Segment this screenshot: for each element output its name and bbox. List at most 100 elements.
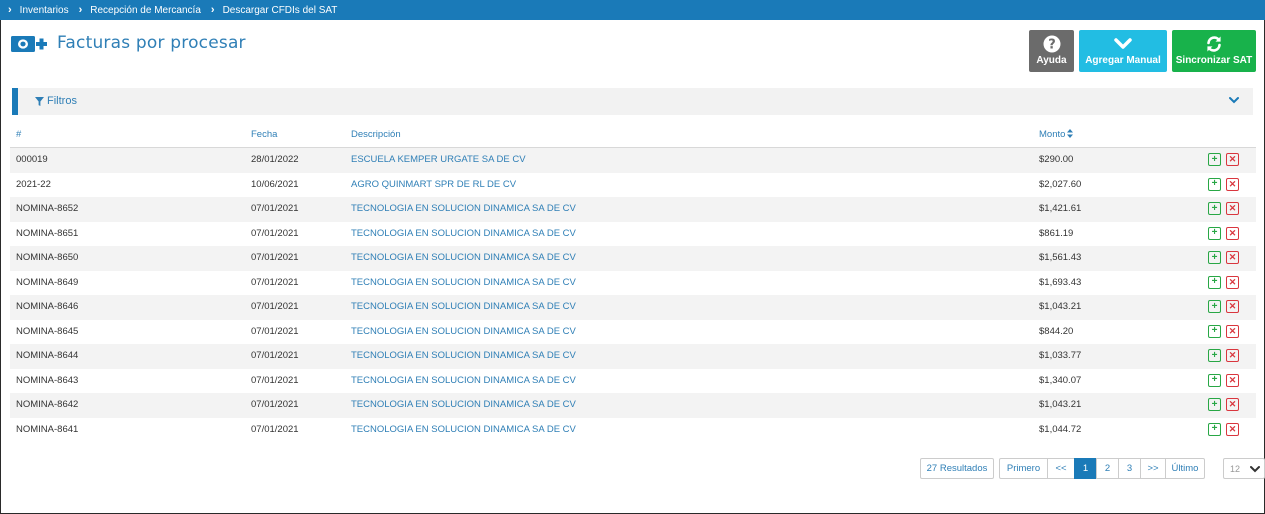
breadcrumb-item-descargar[interactable]: › Descargar CFDIs del SAT (211, 4, 338, 16)
cell-description[interactable]: TECNOLOGIA EN SOLUCION DINAMICA SA DE CV (351, 252, 576, 263)
filter-icon (35, 96, 44, 106)
remove-row-button[interactable]: ✕ (1226, 373, 1239, 387)
plus-icon: + (1211, 153, 1218, 165)
add-row-button[interactable]: + (1208, 226, 1221, 240)
cell-date: 07/01/2021 (251, 203, 299, 214)
page-last-button[interactable]: Último (1165, 458, 1205, 479)
add-row-button[interactable]: + (1208, 324, 1221, 338)
add-row-button[interactable]: + (1208, 251, 1221, 264)
remove-row-button[interactable]: ✕ (1226, 226, 1239, 240)
cell-amount: $1,421.61 (1039, 203, 1082, 214)
breadcrumb-label: Inventarios (19, 4, 69, 16)
cell-amount: $1,044.72 (1039, 423, 1082, 435)
add-row-button[interactable]: + (1208, 300, 1221, 313)
filters-panel[interactable]: Filtros (12, 88, 1253, 115)
filters-toggle[interactable]: Filtros (35, 95, 77, 107)
cell-description[interactable]: TECNOLOGIA EN SOLUCION DINAMICA SA DE CV (351, 228, 576, 239)
add-row-button[interactable]: + (1208, 275, 1221, 289)
remove-row-button[interactable]: ✕ (1226, 153, 1239, 166)
table-row: 2021-22 10/06/2021 AGRO QUINMART SPR DE RL… (10, 173, 1256, 198)
page-size-select[interactable]: 12 (1223, 458, 1265, 479)
cell-amount: $290.00 (1039, 154, 1074, 165)
cell-description[interactable]: AGRO QUINMART SPR DE RL DE CV (351, 179, 516, 190)
add-row-button[interactable]: + (1208, 398, 1221, 411)
remove-row-button[interactable]: ✕ (1226, 275, 1239, 289)
chevron-down-icon (1250, 466, 1260, 473)
question-icon: ? (1043, 35, 1060, 53)
table-row: NOMINA-8644 07/01/2021 TECNOLOGIA EN SOLUC… (10, 344, 1256, 369)
cell-date: 07/01/2021 (251, 399, 299, 410)
cell-amount: $844.20 (1039, 325, 1074, 337)
cell-date: 07/01/2021 (251, 276, 299, 288)
column-header-amount[interactable]: Monto (1039, 129, 1074, 140)
close-icon: ✕ (1228, 374, 1237, 385)
close-icon: ✕ (1228, 325, 1237, 336)
page-first-button[interactable]: Primero (999, 458, 1048, 479)
cell-description[interactable]: TECNOLOGIA EN SOLUCION DINAMICA SA DE CV (351, 203, 576, 214)
add-row-button[interactable]: + (1208, 153, 1221, 166)
page-button-3[interactable]: 3 (1118, 458, 1141, 479)
cell-description[interactable]: TECNOLOGIA EN SOLUCION DINAMICA SA DE CV (351, 375, 576, 386)
sync-sat-button-label: Sincronizar SAT (1175, 55, 1253, 66)
cell-amount: $861.19 (1039, 227, 1074, 239)
page-button-2[interactable]: 2 (1096, 458, 1119, 479)
cell-description[interactable]: TECNOLOGIA EN SOLUCION DINAMICA SA DE CV (351, 399, 576, 410)
results-count: 27 Resultados (920, 458, 994, 479)
add-row-button[interactable]: + (1208, 202, 1221, 215)
remove-row-button[interactable]: ✕ (1226, 398, 1239, 411)
cell-amount: $2,027.60 (1039, 178, 1082, 190)
remove-row-button[interactable]: ✕ (1226, 177, 1239, 191)
breadcrumb-item-inventarios[interactable]: › Inventarios (8, 4, 69, 16)
svg-text:?: ? (1048, 38, 1056, 53)
cell-number: NOMINA-8643 (16, 374, 79, 386)
cell-description[interactable]: TECNOLOGIA EN SOLUCION DINAMICA SA DE CV (351, 326, 576, 337)
breadcrumb: › Inventarios › Recepción de Mercancía ›… (0, 0, 1265, 20)
page-prev-button[interactable]: << (1047, 458, 1075, 479)
cell-number: NOMINA-8644 (16, 350, 79, 361)
chevron-down-icon[interactable] (1229, 96, 1239, 104)
cell-number: NOMINA-8641 (16, 423, 79, 435)
sync-sat-button[interactable]: Sincronizar SAT (1172, 30, 1256, 72)
breadcrumb-item-recepcion[interactable]: › Recepción de Mercancía (79, 4, 201, 16)
cell-number: NOMINA-8650 (16, 252, 79, 263)
remove-row-button[interactable]: ✕ (1226, 251, 1239, 264)
close-icon: ✕ (1228, 399, 1237, 409)
cell-amount: $1,340.07 (1039, 374, 1082, 386)
cell-description[interactable]: TECNOLOGIA EN SOLUCION DINAMICA SA DE CV (351, 301, 576, 312)
sort-icon (1067, 129, 1074, 138)
add-row-button[interactable]: + (1208, 373, 1221, 387)
pagination: Primero << 1 2 3 >> Último (999, 458, 1205, 479)
cell-number: 000019 (16, 154, 48, 165)
plus-icon: + (1211, 325, 1218, 336)
cell-description[interactable]: TECNOLOGIA EN SOLUCION DINAMICA SA DE CV (351, 277, 576, 288)
table-row: NOMINA-8645 07/01/2021 TECNOLOGIA EN SOLUC… (10, 320, 1256, 345)
add-row-button[interactable]: + (1208, 177, 1221, 191)
add-manual-button-label: Agregar Manual (1085, 55, 1161, 66)
chevron-down-icon (1114, 38, 1132, 49)
cell-description[interactable]: ESCUELA KEMPER URGATE SA DE CV (351, 154, 526, 165)
cell-description[interactable]: TECNOLOGIA EN SOLUCION DINAMICA SA DE CV (351, 350, 576, 361)
table-header: # Fecha Descripción Monto (10, 124, 1256, 148)
invoices-table: # Fecha Descripción Monto 000019 28/01/20… (10, 124, 1256, 442)
plus-icon: + (1211, 349, 1218, 361)
page-title: Facturas por procesar (57, 33, 246, 53)
close-icon: ✕ (1228, 301, 1237, 311)
remove-row-button[interactable]: ✕ (1226, 324, 1239, 338)
cell-date: 07/01/2021 (251, 252, 299, 263)
cell-amount: $1,693.43 (1039, 276, 1082, 288)
cell-number: NOMINA-8649 (16, 276, 79, 288)
close-icon: ✕ (1228, 154, 1237, 164)
table-row: NOMINA-8650 07/01/2021 TECNOLOGIA EN SOLUC… (10, 246, 1256, 271)
remove-row-button[interactable]: ✕ (1226, 202, 1239, 215)
add-manual-button[interactable]: Agregar Manual (1079, 30, 1167, 72)
add-row-button[interactable]: + (1208, 422, 1221, 436)
remove-row-button[interactable]: ✕ (1226, 422, 1239, 436)
page-button-1[interactable]: 1 (1074, 458, 1097, 479)
page-next-button[interactable]: >> (1140, 458, 1166, 479)
add-row-button[interactable]: + (1208, 349, 1221, 362)
remove-row-button[interactable]: ✕ (1226, 349, 1239, 362)
table-row: NOMINA-8651 07/01/2021 TECNOLOGIA EN SOLUC… (10, 222, 1256, 247)
cell-description[interactable]: TECNOLOGIA EN SOLUCION DINAMICA SA DE CV (351, 424, 576, 435)
help-button[interactable]: ? Ayuda (1029, 30, 1074, 72)
remove-row-button[interactable]: ✕ (1226, 300, 1239, 313)
